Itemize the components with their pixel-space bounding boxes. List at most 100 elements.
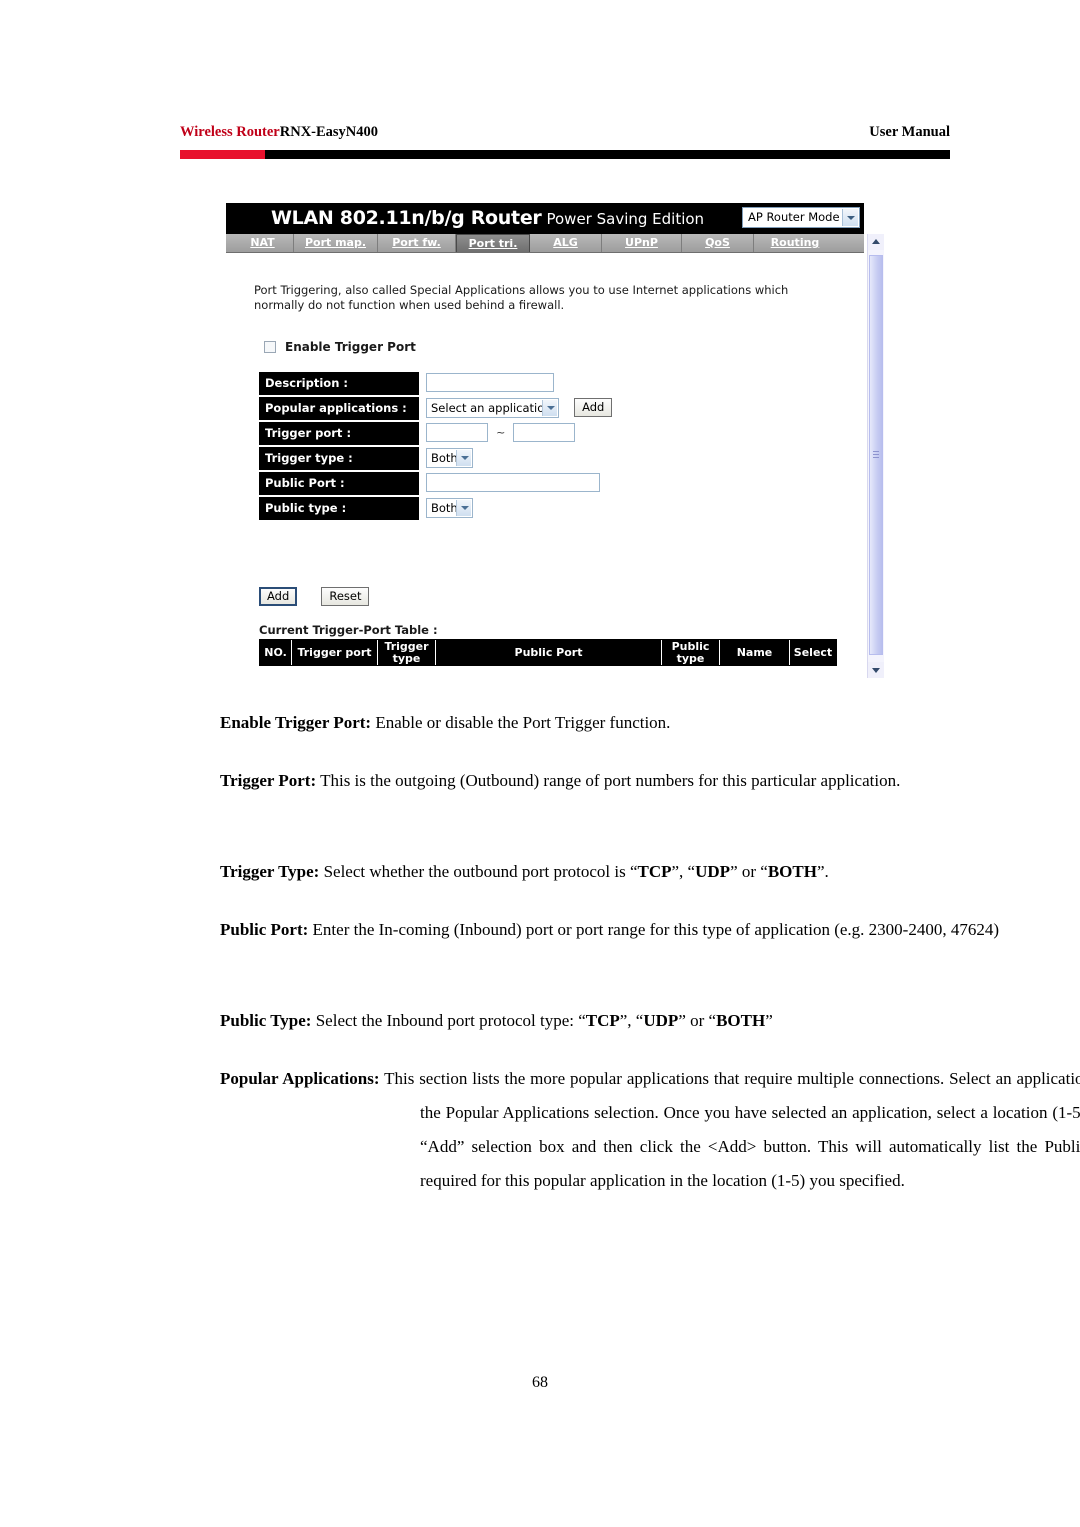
text-trigger-type-c: ” or “	[730, 862, 768, 881]
trigger-type-label: Trigger type :	[259, 447, 419, 470]
router-page-body: Port Triggering, also called Special App…	[226, 253, 864, 678]
text-public-port: Enter the In-coming (Inbound) port or po…	[308, 920, 999, 939]
router-title-main: WLAN 802.11n/b/g Router	[271, 207, 542, 229]
trigger-port-to-input[interactable]	[513, 423, 576, 442]
trigger-port-from-input[interactable]	[426, 423, 488, 442]
text-trigger-type-b: ”, “	[671, 862, 696, 881]
text-trigger-type-a: Select whether the outbound port protoco…	[319, 862, 638, 881]
term-trigger-port: Trigger Port:	[220, 771, 317, 790]
current-trigger-port-table-caption: Current Trigger-Port Table :	[259, 623, 438, 637]
enable-trigger-port-row[interactable]: Enable Trigger Port	[264, 336, 416, 354]
text-public-type-a: Select the Inbound port protocol type: “	[311, 1011, 586, 1030]
public-type-select[interactable]: Both	[426, 497, 473, 518]
paragraph-trigger-type: Trigger Type: Select whether the outboun…	[220, 855, 930, 889]
popular-applications-select[interactable]: Select an application	[426, 397, 559, 418]
form-action-row: Add Reset	[259, 586, 388, 606]
document-header: Wireless RouterRNX-EasyN400 User Manual	[180, 124, 950, 146]
header-rule-accent	[180, 150, 265, 159]
column-header-public-type: Public type	[662, 640, 720, 665]
add-button[interactable]: Add	[259, 587, 298, 606]
trigger-type-value-cell: Both	[426, 447, 473, 470]
protocol-both: BOTH	[767, 862, 817, 881]
header-right-title: User Manual	[869, 124, 950, 140]
text-popular-applications: This section lists the more popular appl…	[379, 1069, 1080, 1190]
chevron-down-icon	[456, 499, 471, 516]
scrollbar-thumb[interactable]	[869, 255, 883, 655]
paragraph-trigger-port: Trigger Port: This is the outgoing (Outb…	[220, 764, 1070, 798]
text-trigger-type-d: ”.	[816, 862, 829, 881]
text-trigger-port: This is the outgoing (Outbound) range of…	[316, 771, 901, 790]
header-brand: Wireless Router	[180, 124, 280, 140]
enable-trigger-port-checkbox[interactable]	[264, 341, 276, 353]
term-popular-applications: Popular Applications:	[220, 1069, 380, 1088]
column-header-no: NO.	[260, 640, 292, 665]
tab-port-fw[interactable]: Port fw.	[378, 234, 456, 252]
tab-nat[interactable]: NAT	[232, 234, 294, 252]
trigger-port-value-cell: ~	[426, 422, 576, 445]
trigger-type-select[interactable]: Both	[426, 447, 473, 468]
popular-applications-value-cell: Select an application Add	[426, 397, 613, 420]
router-ui-content: WLAN 802.11n/b/g Router Power Saving Edit…	[226, 203, 864, 678]
vertical-scrollbar[interactable]	[867, 234, 884, 678]
column-header-public-port: Public Port	[436, 640, 662, 665]
term-public-type: Public Type:	[220, 1011, 312, 1030]
public-port-value-cell	[426, 472, 600, 495]
tab-alg[interactable]: ALG	[530, 234, 602, 252]
trigger-port-range-separator: ~	[496, 426, 506, 439]
public-type-label: Public type :	[259, 497, 419, 520]
tab-port-map[interactable]: Port map.	[294, 234, 378, 252]
form-row-public-port: Public Port :	[259, 472, 639, 496]
paragraph-public-type: Public Type: Select the Inbound port pro…	[220, 1004, 930, 1038]
public-port-input[interactable]	[426, 473, 600, 492]
popular-applications-selected-value: Select an application	[431, 400, 552, 415]
text-public-type-d: ”	[765, 1011, 773, 1030]
term-trigger-type: Trigger Type:	[220, 862, 320, 881]
description-input[interactable]	[426, 373, 554, 392]
public-type-selected-value: Both	[431, 500, 458, 515]
enable-trigger-port-label: Enable Trigger Port	[285, 340, 416, 354]
router-title: WLAN 802.11n/b/g Router Power Saving Edit…	[271, 207, 704, 229]
term-enable-trigger-port: Enable Trigger Port:	[220, 713, 372, 732]
protocol-udp: UDP	[695, 862, 731, 881]
column-header-select: Select	[790, 640, 836, 665]
page-number: 68	[532, 1374, 548, 1391]
form-row-description: Description :	[259, 372, 639, 396]
paragraph-popular-applications: Popular Applications: This section lists…	[220, 1062, 1080, 1198]
scroll-up-arrow-icon[interactable]	[868, 234, 884, 250]
column-header-name: Name	[720, 640, 790, 665]
tab-port-tri[interactable]: Port tri.	[456, 234, 530, 252]
text-public-type-c: ” or “	[678, 1011, 717, 1030]
trigger-type-selected-value: Both	[431, 450, 458, 465]
router-ui-screenshot: WLAN 802.11n/b/g Router Power Saving Edit…	[226, 203, 884, 678]
mode-select[interactable]: AP Router Mode	[742, 207, 860, 228]
text-enable-trigger-port: Enable or disable the Port Trigger funct…	[371, 713, 671, 732]
chevron-down-icon	[842, 209, 858, 226]
trigger-port-label: Trigger port :	[259, 422, 419, 445]
popular-applications-add-button[interactable]: Add	[574, 398, 613, 417]
router-title-sub: Power Saving Edition	[546, 210, 705, 228]
header-left-title: Wireless RouterRNX-EasyN400	[180, 124, 378, 141]
mode-select-value: AP Router Mode	[748, 210, 840, 224]
protocol-tcp: TCP	[637, 862, 672, 881]
popular-applications-label: Popular applications :	[259, 397, 419, 420]
router-tab-bar: NAT Port map. Port fw. Port tri. ALG UPn…	[226, 234, 864, 253]
text-public-type-b: ”, “	[619, 1011, 644, 1030]
paragraph-public-port: Public Port: Enter the In-coming (Inboun…	[220, 913, 1070, 947]
chevron-down-icon	[542, 399, 557, 416]
tab-upnp[interactable]: UPnP	[602, 234, 682, 252]
scroll-down-arrow-icon[interactable]	[868, 662, 884, 678]
public-type-value-cell: Both	[426, 497, 473, 520]
trigger-port-form: Description : Popular applications : Sel…	[259, 372, 639, 522]
column-header-trigger-port: Trigger port	[292, 640, 378, 665]
tab-qos[interactable]: QoS	[682, 234, 754, 252]
header-model: RNX-EasyN400	[279, 124, 379, 140]
protocol-udp: UDP	[643, 1011, 679, 1030]
description-value-cell	[426, 372, 554, 395]
tab-routing[interactable]: Routing	[754, 234, 836, 252]
form-row-trigger-port: Trigger port : ~	[259, 422, 639, 446]
header-rule	[180, 150, 950, 159]
term-public-port: Public Port:	[220, 920, 309, 939]
reset-button[interactable]: Reset	[321, 587, 370, 606]
chevron-down-icon	[456, 449, 471, 466]
description-label: Description :	[259, 372, 419, 395]
